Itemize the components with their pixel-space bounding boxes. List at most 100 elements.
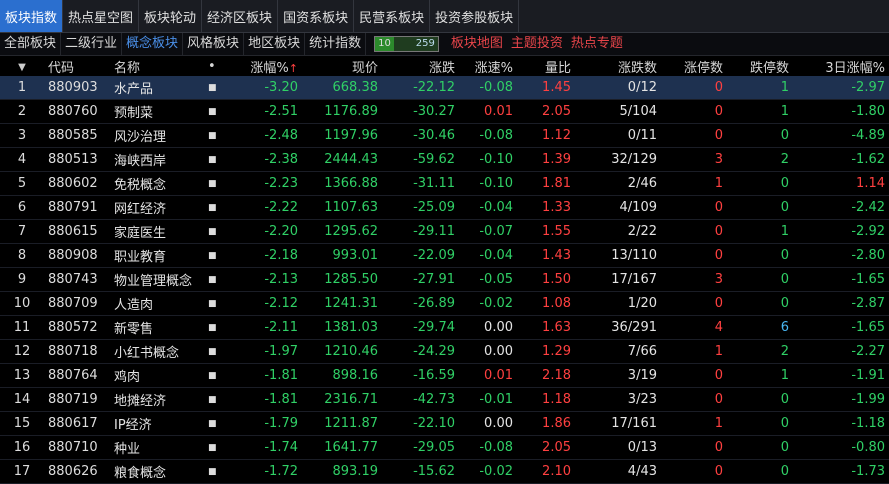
sub-tab-0[interactable]: 全部板块 xyxy=(0,33,62,55)
row-volume-ratio: 1.81 xyxy=(542,176,571,191)
top-tab-3[interactable]: 经济区板块 xyxy=(202,0,279,32)
row-speed: 0.00 xyxy=(484,320,513,335)
sub-tab-3[interactable]: 风格板块 xyxy=(183,33,245,55)
col-limit-down[interactable]: 跌停数 xyxy=(727,56,793,76)
row-volume-ratio: 1.18 xyxy=(542,392,571,407)
row-name: 新零售 xyxy=(114,322,154,337)
row-limit-down: 0 xyxy=(780,296,789,311)
col-limit-up[interactable]: 涨停数 xyxy=(661,56,727,76)
row-change: -27.91 xyxy=(413,272,455,287)
row-up-down-count: 2/46 xyxy=(627,176,657,191)
col-name[interactable]: 名称 xyxy=(110,56,204,76)
table-row[interactable]: 14 880719 地摊经济 ■ -1.81 2316.71 -42.73 -0.01 1.18… xyxy=(0,388,889,412)
sub-tab-1[interactable]: 二级行业 xyxy=(61,33,123,55)
row-code: 880791 xyxy=(48,200,98,215)
row-3day-pct: -2.80 xyxy=(851,248,885,263)
row-limit-down: 2 xyxy=(780,152,789,167)
row-volume-ratio: 2.05 xyxy=(542,440,571,455)
row-name: 人造肉 xyxy=(114,298,154,313)
row-code: 880903 xyxy=(48,80,98,95)
table-row[interactable]: 5 880602 免税概念 ■ -2.23 1366.88 -31.11 -0.10 1.81 2… xyxy=(0,172,889,196)
table-row[interactable]: 15 880617 IP经济 ■ -1.79 1211.87 -22.10 0.00 1.86 1… xyxy=(0,412,889,436)
sub-tab-2[interactable]: 概念板块 xyxy=(122,33,184,55)
row-speed: -0.08 xyxy=(479,440,513,455)
col-volume-ratio[interactable]: 量比 xyxy=(517,56,575,76)
row-speed: -0.10 xyxy=(479,152,513,167)
table-row[interactable]: 17 880626 粮食概念 ■ -1.72 893.19 -15.62 -0.02 2.10 4… xyxy=(0,460,889,484)
row-speed: -0.02 xyxy=(479,296,513,311)
col-dot[interactable]: • xyxy=(204,56,218,76)
table-row[interactable]: 4 880513 海峡西岸 ■ -2.38 2444.43 -59.62 -0.10 1.39 3… xyxy=(0,148,889,172)
row-speed: 0.00 xyxy=(484,344,513,359)
sub-link-0[interactable]: 板块地图 xyxy=(447,33,507,55)
top-tab-6[interactable]: 投资参股板块 xyxy=(430,0,520,32)
sub-tab-5[interactable]: 统计指数 xyxy=(305,33,367,55)
col-change[interactable]: 涨跌 xyxy=(382,56,459,76)
table-row[interactable]: 10 880709 人造肉 ■ -2.12 1241.31 -26.89 -0.02 1.08 1… xyxy=(0,292,889,316)
top-tab-2[interactable]: 板块轮动 xyxy=(139,0,203,32)
top-tab-0[interactable]: 板块指数 xyxy=(0,0,64,32)
row-price: 1381.03 xyxy=(324,320,378,335)
row-limit-up: 0 xyxy=(714,296,723,311)
row-change-pct: -1.72 xyxy=(264,464,298,479)
row-code: 880585 xyxy=(48,128,98,143)
top-tab-4[interactable]: 国资系板块 xyxy=(278,0,355,32)
table-row[interactable]: 12 880718 小红书概念 ■ -1.97 1210.46 -24.29 0.00 1.29… xyxy=(0,340,889,364)
row-price: 993.01 xyxy=(332,248,379,263)
row-marker: ■ xyxy=(208,346,217,357)
col-3day-pct[interactable]: 3日涨幅% xyxy=(793,56,889,76)
sub-link-2[interactable]: 热点专题 xyxy=(567,33,627,55)
row-marker: ■ xyxy=(208,106,217,117)
row-change-pct: -3.20 xyxy=(264,80,298,95)
table-row[interactable]: 16 880710 种业 ■ -1.74 1641.77 -29.05 -0.08 2.05 0/… xyxy=(0,436,889,460)
top-tab-1[interactable]: 热点星空图 xyxy=(63,0,140,32)
row-code: 880513 xyxy=(48,152,98,167)
row-index: 16 xyxy=(13,440,31,455)
row-price: 1295.62 xyxy=(324,224,378,239)
row-limit-up: 4 xyxy=(714,320,723,335)
row-marker: ■ xyxy=(208,202,217,213)
row-limit-up: 0 xyxy=(714,464,723,479)
row-price: 668.38 xyxy=(332,80,379,95)
row-3day-pct: 1.14 xyxy=(856,176,885,191)
row-limit-down: 0 xyxy=(780,392,789,407)
row-index: 6 xyxy=(17,200,27,215)
table-row[interactable]: 3 880585 风沙治理 ■ -2.48 1197.96 -30.46 -0.08 1.12 0… xyxy=(0,124,889,148)
col-code[interactable]: 代码 xyxy=(44,56,110,76)
row-limit-up: 3 xyxy=(714,152,723,167)
row-code: 880760 xyxy=(48,104,98,119)
col-change-pct[interactable]: 涨幅%↑ xyxy=(218,56,302,76)
table-row[interactable]: 2 880760 预制菜 ■ -2.51 1176.89 -30.27 0.01 2.05 5/1… xyxy=(0,100,889,124)
table-row[interactable]: 6 880791 网红经济 ■ -2.22 1107.63 -25.09 -0.04 1.33 4… xyxy=(0,196,889,220)
row-change-pct: -2.38 xyxy=(264,152,298,167)
sector-counter: 10 259 xyxy=(374,36,439,52)
row-price: 1241.31 xyxy=(324,296,378,311)
col-price[interactable]: 现价 xyxy=(302,56,382,76)
row-change: -16.59 xyxy=(413,368,455,383)
col-speed[interactable]: 涨速% xyxy=(459,56,517,76)
col-up-down-count[interactable]: 涨跌数 xyxy=(575,56,661,76)
table-row[interactable]: 7 880615 家庭医生 ■ -2.20 1295.62 -29.11 -0.07 1.55 2… xyxy=(0,220,889,244)
row-up-down-count: 0/12 xyxy=(627,80,657,95)
top-tab-5[interactable]: 民营系板块 xyxy=(354,0,431,32)
table-row[interactable]: 1 880903 水产品 ■ -3.20 668.38 -22.12 -0.08 1.45 0/1… xyxy=(0,76,889,100)
table-row[interactable]: 11 880572 新零售 ■ -2.11 1381.03 -29.74 0.00 1.63 36… xyxy=(0,316,889,340)
row-limit-up: 1 xyxy=(714,176,723,191)
row-limit-down: 0 xyxy=(780,440,789,455)
table-row[interactable]: 8 880908 职业教育 ■ -2.18 993.01 -22.09 -0.04 1.43 13… xyxy=(0,244,889,268)
row-change: -30.27 xyxy=(413,104,455,119)
row-change: -31.11 xyxy=(413,176,455,191)
row-change: -22.12 xyxy=(413,80,455,95)
row-marker: ■ xyxy=(208,466,217,477)
sub-link-1[interactable]: 主题投资 xyxy=(507,33,567,55)
table-row[interactable]: 13 880764 鸡肉 ■ -1.81 898.16 -16.59 0.01 2.18 3/19… xyxy=(0,364,889,388)
row-3day-pct: -1.99 xyxy=(851,392,885,407)
table-row[interactable]: 9 880743 物业管理概念 ■ -2.13 1285.50 -27.91 -0.05 1.5… xyxy=(0,268,889,292)
top-tab-spacer xyxy=(519,0,889,32)
row-price: 2444.43 xyxy=(324,152,378,167)
sub-tab-4[interactable]: 地区板块 xyxy=(244,33,306,55)
row-index: 14 xyxy=(13,392,31,407)
row-volume-ratio: 1.39 xyxy=(542,152,571,167)
row-up-down-count: 4/109 xyxy=(619,200,657,215)
header-dropdown-icon[interactable]: ▼ xyxy=(0,56,44,76)
